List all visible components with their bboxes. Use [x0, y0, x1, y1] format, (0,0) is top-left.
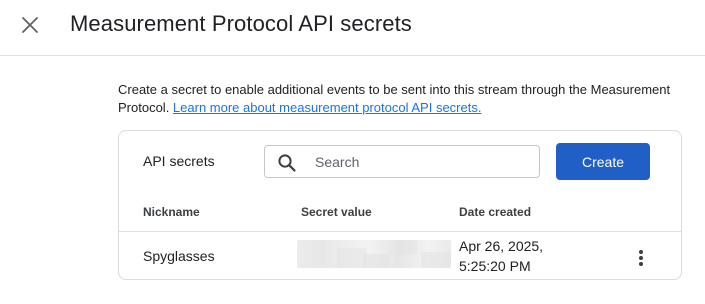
dialog-title: Measurement Protocol API secrets	[70, 11, 412, 36]
secret-value-redacted	[297, 240, 451, 268]
card-title: API secrets	[143, 153, 215, 169]
search-icon	[278, 154, 296, 172]
date-created-date: Apr 26, 2025,	[459, 238, 544, 254]
create-button[interactable]: Create	[556, 143, 650, 180]
intro-text: Create a secret to enable additional eve…	[118, 81, 688, 117]
search-input[interactable]	[315, 146, 530, 177]
close-button[interactable]	[14, 9, 46, 41]
nickname-cell: Spyglasses	[143, 248, 215, 264]
column-header-secret-value: Secret value	[301, 205, 372, 219]
dialog-header: Measurement Protocol API secrets	[0, 0, 705, 56]
learn-more-link[interactable]: Learn more about measurement protocol AP…	[173, 100, 482, 115]
column-header-nickname: Nickname	[143, 205, 200, 219]
date-created-time: 5:25:20 PM	[459, 258, 531, 274]
date-created-cell: Apr 26, 2025, 5:25:20 PM	[459, 236, 579, 276]
close-icon	[22, 17, 38, 33]
more-vert-icon	[639, 250, 643, 266]
search-box[interactable]	[264, 145, 540, 178]
row-menu-button[interactable]	[627, 244, 655, 272]
api-secrets-card: API secrets Create Nickname Secret value…	[118, 130, 682, 280]
table-row[interactable]: Spyglasses Apr 26, 2025, 5:25:20 PM	[119, 232, 681, 280]
column-header-date-created: Date created	[459, 205, 532, 219]
